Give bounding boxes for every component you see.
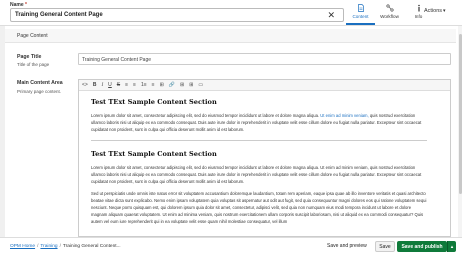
left-gutter [0, 26, 5, 237]
bullet-list-icon[interactable]: ≡ [133, 80, 136, 91]
align-icon[interactable]: ≡ [125, 80, 128, 91]
actions-menu[interactable]: Actions▾ [424, 8, 446, 14]
save-button[interactable]: Save [375, 241, 395, 252]
content-paragraph: Lorem ipsum dolor sit amet, consectetur … [91, 164, 422, 184]
breadcrumb-home[interactable]: OPM Home [10, 244, 35, 249]
breadcrumb-training[interactable]: Training [40, 244, 57, 249]
strikethrough-icon[interactable]: S [117, 80, 120, 91]
numbered-list-icon[interactable]: 1≡ [141, 80, 147, 91]
section-title: Page Content [17, 33, 48, 39]
page-title-help: Title of the page [17, 62, 50, 67]
main-content-label: Main Content Area [17, 80, 63, 86]
section-header: Page Content [5, 29, 456, 43]
tab-label: Workflow [380, 14, 399, 19]
chevron-down-icon: ▾ [443, 8, 446, 14]
main-panel: Page Content Page Title Title of the pag… [0, 26, 462, 237]
link-icon[interactable]: 🔗 [169, 80, 175, 91]
name-input[interactable]: Training General Content Page ✕ [10, 8, 344, 22]
info-icon [417, 4, 420, 12]
horizontal-rule [91, 139, 427, 141]
edit-header: Name * Training General Content Page ✕ C… [0, 0, 462, 26]
page-title-value: Training General Content Page [82, 57, 152, 63]
tab-workflow[interactable]: Workflow [375, 0, 404, 25]
content-link[interactable]: Ut enim ad minim veniam, [320, 113, 368, 118]
save-and-preview-button[interactable]: Save and preview [327, 243, 367, 249]
table-icon[interactable]: ⊞ [160, 80, 164, 91]
name-value: Training General Content Page [15, 12, 103, 18]
image-icon[interactable]: ⊞ [180, 80, 184, 91]
footer-bar: OPM Home / Training / Training General Conte… [0, 237, 462, 255]
media-icon[interactable]: ⊞ [189, 80, 193, 91]
content-heading: Test TExt Sample Content Section [91, 149, 217, 158]
source-code-icon[interactable]: <> [82, 80, 88, 91]
underline-icon[interactable]: U [108, 80, 112, 91]
tab-label: Info [414, 14, 423, 19]
content-heading: Test TExt Sample Content Section [91, 98, 217, 106]
scrollbar-thumb[interactable] [458, 34, 462, 194]
breadcrumb-current: Training General Content... [62, 244, 121, 249]
indent-icon[interactable]: ≡ [152, 80, 155, 91]
bold-icon[interactable]: B [93, 80, 97, 91]
tab-label: Content [352, 14, 369, 19]
rich-text-editor[interactable]: <> B I U S ≡ ≡ 1≡ ≡ ⊞ 🔗 ⊞ ⊞ ▭ Test TExt … [78, 79, 451, 237]
save-and-publish-button[interactable]: Save and publish [397, 241, 447, 252]
breadcrumb: OPM Home / Training / Training General Conte… [10, 244, 121, 249]
page-title-label: Page Title [17, 54, 42, 60]
content-paragraph: Lorem ipsum dolor sit amet, consectetur … [91, 113, 422, 132]
editor-toolbar: <> B I U S ≡ ≡ 1≡ ≡ ⊞ 🔗 ⊞ ⊞ ▭ [79, 80, 450, 91]
content-paragraph: Sed ut perspiciatis unde omnis iste natu… [91, 191, 427, 225]
document-icon [357, 4, 364, 12]
clear-icon[interactable]: ✕ [327, 9, 335, 22]
actions-label: Actions [424, 8, 443, 14]
editor-content[interactable]: Test TExt Sample Content Section Lorem i… [91, 95, 427, 232]
tab-content[interactable]: Content [346, 0, 375, 25]
fullscreen-icon[interactable]: ▭ [198, 80, 203, 91]
page-title-input[interactable]: Training General Content Page [78, 53, 451, 65]
workflow-icon [385, 4, 394, 12]
tab-bar: Content Workflow Info [346, 0, 433, 25]
scrollbar[interactable] [458, 26, 462, 237]
chevron-up-icon[interactable]: ▴ [447, 241, 456, 252]
italic-icon[interactable]: I [101, 80, 103, 91]
main-content-help: Primary page content. [17, 89, 62, 94]
